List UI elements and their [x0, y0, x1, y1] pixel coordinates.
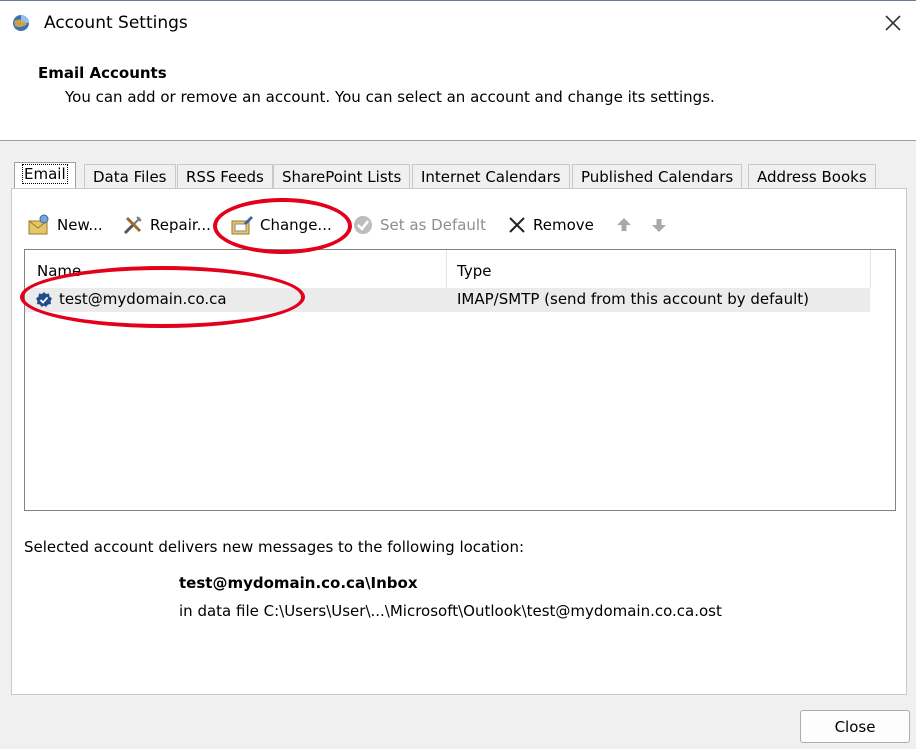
default-check-icon: [36, 292, 52, 307]
email-tab-panel: New... Repair... Change... Set as Defaul…: [11, 188, 907, 695]
header-subtitle: You can add or remove an account. You ca…: [65, 88, 715, 106]
close-button[interactable]: Close: [800, 710, 910, 743]
arrow-up-icon: [617, 218, 631, 231]
remove-x-icon: [509, 217, 525, 233]
header-title: Email Accounts: [38, 64, 167, 82]
outlook-app-icon: [13, 15, 29, 31]
delivery-location-caption: Selected account delivers new messages t…: [24, 538, 525, 556]
tab-internet-calendars[interactable]: Internet Calendars: [412, 164, 570, 189]
tab-sharepoint-lists[interactable]: SharePoint Lists: [273, 164, 411, 189]
title-bar: Account Settings: [0, 1, 916, 45]
delivery-folder-path: test@mydomain.co.ca\Inbox: [179, 574, 418, 592]
tab-email[interactable]: Email: [14, 162, 76, 189]
close-icon[interactable]: [880, 10, 906, 36]
account-type: IMAP/SMTP (send from this account by def…: [457, 290, 809, 308]
change-button[interactable]: Change...: [230, 213, 332, 237]
remove-button[interactable]: Remove: [507, 213, 594, 237]
column-divider[interactable]: [870, 250, 871, 288]
repair-button[interactable]: Repair...: [122, 213, 211, 237]
account-email: test@mydomain.co.ca: [59, 290, 227, 308]
move-up-button[interactable]: [615, 213, 633, 237]
arrow-down-icon: [652, 219, 666, 232]
list-header: Name Type: [25, 250, 871, 289]
column-header-type[interactable]: Type: [457, 262, 491, 280]
move-down-button[interactable]: [650, 213, 668, 237]
column-header-name[interactable]: Name: [37, 262, 81, 280]
set-as-default-button[interactable]: Set as Default: [352, 213, 486, 237]
tab-rss-feeds[interactable]: RSS Feeds: [177, 164, 273, 189]
account-row[interactable]: test@mydomain.co.ca IMAP/SMTP (send from…: [25, 288, 870, 312]
new-account-icon: [28, 214, 49, 235]
dialog-header: Email Accounts You can add or remove an …: [0, 45, 916, 141]
account-list[interactable]: Name Type test@mydomain.co.ca IMAP/SMTP …: [24, 249, 896, 511]
repair-tools-icon: [123, 216, 142, 235]
window-title: Account Settings: [44, 13, 188, 33]
new-button[interactable]: New...: [27, 213, 103, 237]
tab-address-books[interactable]: Address Books: [748, 164, 876, 189]
check-circle-icon: [354, 216, 372, 234]
data-file-path: in data file C:\Users\User\...\Microsoft…: [179, 602, 722, 620]
column-divider[interactable]: [446, 250, 447, 288]
tab-published-calendars[interactable]: Published Calendars: [572, 164, 743, 189]
change-account-icon: [231, 216, 253, 235]
tab-data-files[interactable]: Data Files: [84, 164, 176, 189]
